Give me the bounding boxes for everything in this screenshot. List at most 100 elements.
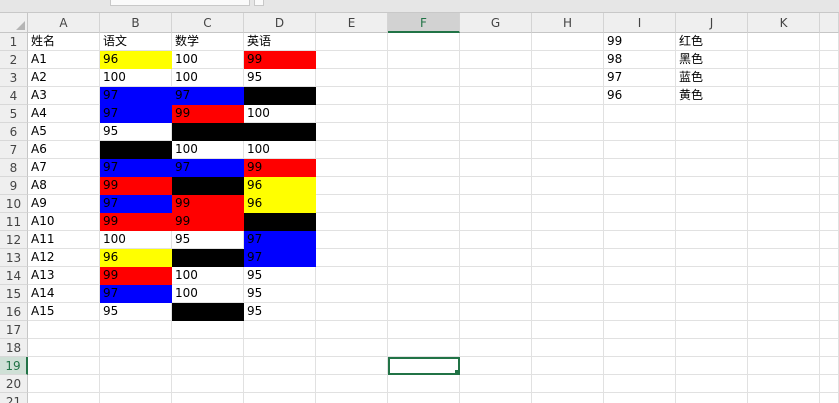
cell-d20[interactable] [244, 375, 316, 393]
cell-e11[interactable] [316, 213, 388, 231]
cell-b14[interactable]: 99 [100, 267, 172, 285]
cell-g14[interactable] [460, 267, 532, 285]
cell-d8[interactable]: 99 [244, 159, 316, 177]
cell-h21[interactable] [532, 393, 604, 403]
cell-h8[interactable] [532, 159, 604, 177]
cell-i8[interactable] [604, 159, 676, 177]
cell-e6[interactable] [316, 123, 388, 141]
cell-e9[interactable] [316, 177, 388, 195]
cell-h10[interactable] [532, 195, 604, 213]
cell-j15[interactable] [676, 285, 748, 303]
cell-g20[interactable] [460, 375, 532, 393]
cell-e5[interactable] [316, 105, 388, 123]
cell-f12[interactable] [388, 231, 460, 249]
cell-overflow[interactable] [820, 267, 839, 285]
cell-e17[interactable] [316, 321, 388, 339]
cell-g5[interactable] [460, 105, 532, 123]
cell-h2[interactable] [532, 51, 604, 69]
cell-k21[interactable] [748, 393, 820, 403]
cell-g17[interactable] [460, 321, 532, 339]
cell-overflow[interactable] [820, 141, 839, 159]
row-header-13[interactable]: 13 [0, 249, 28, 267]
cell-j16[interactable] [676, 303, 748, 321]
cell-c10[interactable]: 99 [172, 195, 244, 213]
cell-g9[interactable] [460, 177, 532, 195]
cell-overflow[interactable] [820, 375, 839, 393]
row-header-19[interactable]: 19 [0, 357, 28, 375]
cell-h17[interactable] [532, 321, 604, 339]
cell-e15[interactable] [316, 285, 388, 303]
row-header-14[interactable]: 14 [0, 267, 28, 285]
cell-f16[interactable] [388, 303, 460, 321]
column-header-h[interactable]: H [532, 13, 604, 33]
row-header-11[interactable]: 11 [0, 213, 28, 231]
column-header-c[interactable]: C [172, 13, 244, 33]
cell-overflow[interactable] [820, 231, 839, 249]
cell-b2[interactable]: 96 [100, 51, 172, 69]
cell-overflow[interactable] [820, 177, 839, 195]
row-header-20[interactable]: 20 [0, 375, 28, 393]
cell-overflow[interactable] [820, 249, 839, 267]
cell-overflow[interactable] [820, 303, 839, 321]
cell-e16[interactable] [316, 303, 388, 321]
row-header-15[interactable]: 15 [0, 285, 28, 303]
cell-g11[interactable] [460, 213, 532, 231]
cell-f10[interactable] [388, 195, 460, 213]
cell-i9[interactable] [604, 177, 676, 195]
cell-overflow[interactable] [820, 123, 839, 141]
column-header-i[interactable]: I [604, 13, 676, 33]
column-header-k[interactable]: K [748, 13, 820, 33]
cell-j13[interactable] [676, 249, 748, 267]
cell-a9[interactable]: A8 [28, 177, 100, 195]
column-header-d[interactable]: D [244, 13, 316, 33]
cell-f2[interactable] [388, 51, 460, 69]
workbook-tab[interactable] [110, 0, 250, 6]
active-cell[interactable] [388, 357, 460, 375]
cell-j18[interactable] [676, 339, 748, 357]
cell-i6[interactable] [604, 123, 676, 141]
row-header-10[interactable]: 10 [0, 195, 28, 213]
cell-h14[interactable] [532, 267, 604, 285]
cell-j8[interactable] [676, 159, 748, 177]
cell-i11[interactable] [604, 213, 676, 231]
cell-c2[interactable]: 100 [172, 51, 244, 69]
spreadsheet-grid[interactable]: ABCDEFGHIJK 1 2 3 4 5 6 7 8 9 10 11 12 13 14 15 16 17 18 1… [0, 13, 839, 403]
cell-g7[interactable] [460, 141, 532, 159]
cell-d6[interactable]: 98 [244, 123, 316, 141]
cell-b9[interactable]: 99 [100, 177, 172, 195]
cell-overflow[interactable] [820, 51, 839, 69]
cell-k8[interactable] [748, 159, 820, 177]
cell-j6[interactable] [676, 123, 748, 141]
cell-b3[interactable]: 100 [100, 69, 172, 87]
cell-c19[interactable] [172, 357, 244, 375]
cell-c21[interactable] [172, 393, 244, 403]
cell-j17[interactable] [676, 321, 748, 339]
cell-d11[interactable]: 98 [244, 213, 316, 231]
cell-k15[interactable] [748, 285, 820, 303]
cell-a13[interactable]: A12 [28, 249, 100, 267]
cell-c17[interactable] [172, 321, 244, 339]
cell-c18[interactable] [172, 339, 244, 357]
cell-k5[interactable] [748, 105, 820, 123]
cell-b8[interactable]: 97 [100, 159, 172, 177]
cell-f7[interactable] [388, 141, 460, 159]
cell-h4[interactable] [532, 87, 604, 105]
cell-g13[interactable] [460, 249, 532, 267]
cell-e18[interactable] [316, 339, 388, 357]
cell-overflow[interactable] [820, 195, 839, 213]
cell-a1[interactable]: 姓名 [28, 33, 100, 51]
cell-d13[interactable]: 97 [244, 249, 316, 267]
cell-overflow[interactable] [820, 213, 839, 231]
cell-f17[interactable] [388, 321, 460, 339]
cell-h3[interactable] [532, 69, 604, 87]
cell-e1[interactable] [316, 33, 388, 51]
cell-i5[interactable] [604, 105, 676, 123]
cell-c15[interactable]: 100 [172, 285, 244, 303]
cell-i16[interactable] [604, 303, 676, 321]
cell-h13[interactable] [532, 249, 604, 267]
cell-g19[interactable] [460, 357, 532, 375]
cell-i21[interactable] [604, 393, 676, 403]
row-header-1[interactable]: 1 [0, 33, 28, 51]
cell-k14[interactable] [748, 267, 820, 285]
cell-j4[interactable]: 黄色 [676, 87, 748, 105]
